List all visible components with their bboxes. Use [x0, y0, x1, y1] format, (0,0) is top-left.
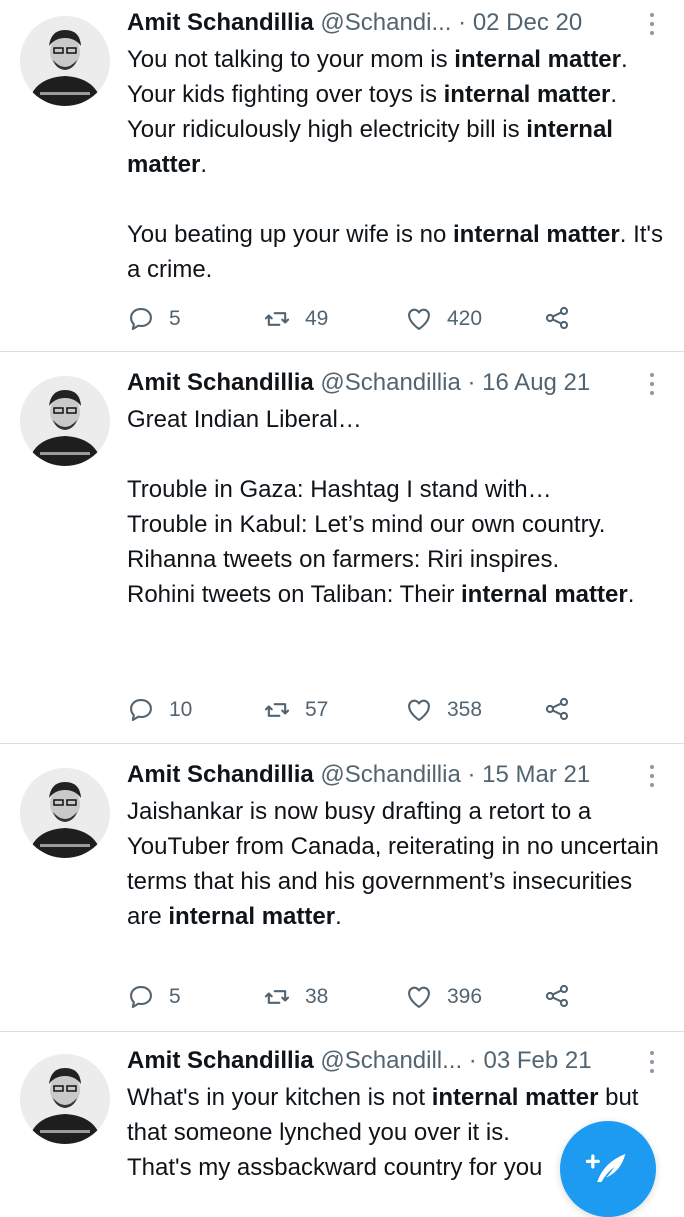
- share-icon[interactable]: [543, 304, 571, 332]
- tweet-header: Amit Schandillia @Schandillia · 15 Mar 2…: [127, 758, 637, 792]
- retweet-icon: [264, 703, 290, 717]
- avatar-image: [20, 1054, 110, 1144]
- tweet-text: Jaishankar is now busy drafting a retort…: [127, 794, 667, 934]
- avatar-image: [20, 768, 110, 858]
- reply-button[interactable]: 10: [127, 693, 192, 727]
- separator-dot: ·: [460, 369, 483, 396]
- tweet-header: Amit Schandillia @Schandillia · 16 Aug 2…: [127, 366, 637, 400]
- author-name[interactable]: Amit Schandillia: [127, 9, 314, 36]
- bold-text-segment: internal matter: [460, 581, 628, 608]
- separator-dot: ·: [462, 1047, 484, 1074]
- tweet-date[interactable]: 15 Mar 21: [482, 761, 590, 788]
- divider: [0, 743, 684, 744]
- tweet-actions: 5 49 420: [127, 302, 597, 336]
- bold-text-segment: internal matter: [443, 81, 611, 108]
- reply-button[interactable]: 5: [127, 980, 181, 1014]
- avatar[interactable]: [20, 376, 110, 466]
- like-count: 358: [447, 698, 483, 721]
- tweet-actions: 5 38 396: [127, 980, 597, 1014]
- tweet-header: Amit Schandillia @Schandill... · 03 Feb …: [127, 1044, 637, 1078]
- author-handle[interactable]: @Schandillia: [320, 761, 460, 788]
- reply-count: 5: [169, 307, 181, 330]
- avatar[interactable]: [20, 1054, 110, 1144]
- tweet[interactable]: Amit Schandillia @Schandi... · 02 Dec 20…: [0, 6, 684, 346]
- tweet[interactable]: Amit Schandillia @Schandillia · 15 Mar 2…: [0, 758, 684, 1018]
- tweet[interactable]: Amit Schandillia @Schandillia · 16 Aug 2…: [0, 366, 684, 736]
- text-segment: .: [335, 903, 342, 930]
- text-segment: What's in your kitchen is not: [127, 1084, 432, 1111]
- like-button[interactable]: 358: [405, 693, 482, 727]
- tweet-date[interactable]: 16 Aug 21: [482, 369, 590, 396]
- author-handle[interactable]: @Schandill...: [320, 1047, 462, 1074]
- retweet-button[interactable]: 57: [263, 693, 328, 727]
- bold-text-segment: internal matter: [454, 46, 621, 73]
- heart-icon: [408, 699, 430, 721]
- divider: [0, 1031, 684, 1032]
- retweet-button[interactable]: 38: [263, 980, 328, 1014]
- avatar-image: [20, 376, 110, 466]
- author-name[interactable]: Amit Schandillia: [127, 1047, 314, 1074]
- author-name[interactable]: Amit Schandillia: [127, 761, 314, 788]
- reply-button[interactable]: 5: [127, 302, 181, 336]
- bold-text-segment: internal matter: [453, 221, 620, 248]
- share-icon[interactable]: [543, 982, 571, 1010]
- retweet-icon: [264, 990, 290, 1004]
- author-handle[interactable]: @Schandillia: [320, 369, 460, 396]
- reply-icon: [130, 308, 152, 330]
- reply-icon: [130, 699, 152, 721]
- more-vertical-icon[interactable]: [644, 8, 660, 38]
- retweet-count: 38: [305, 985, 329, 1008]
- heart-icon: [408, 986, 430, 1008]
- reply-count: 5: [169, 985, 181, 1008]
- compose-tweet-button[interactable]: [560, 1121, 656, 1217]
- avatar[interactable]: [20, 16, 110, 106]
- separator-dot: ·: [451, 9, 473, 36]
- text-segment: .: [627, 581, 635, 608]
- tweet-date[interactable]: 02 Dec 20: [473, 9, 582, 36]
- avatar[interactable]: [20, 768, 110, 858]
- more-vertical-icon[interactable]: [644, 1046, 660, 1076]
- tweet-date[interactable]: 03 Feb 21: [483, 1047, 591, 1074]
- author-handle[interactable]: @Schandi...: [320, 9, 451, 36]
- like-count: 420: [447, 307, 483, 330]
- more-vertical-icon[interactable]: [644, 760, 660, 790]
- retweet-count: 49: [305, 307, 329, 330]
- reply-count: 10: [169, 698, 193, 721]
- more-vertical-icon[interactable]: [644, 368, 660, 398]
- avatar-image: [20, 16, 110, 106]
- text-segment: Great Indian Liberal… Trouble in Gaza: H…: [127, 406, 606, 608]
- separator-dot: ·: [460, 761, 483, 788]
- retweet-icon: [264, 312, 290, 326]
- tweet-text: You not talking to your mom is internal …: [127, 42, 667, 287]
- divider: [0, 351, 684, 352]
- tweet-text: Great Indian Liberal… Trouble in Gaza: H…: [127, 402, 667, 612]
- retweet-count: 57: [305, 698, 329, 721]
- compose-tweet-icon: [585, 1153, 626, 1182]
- like-button[interactable]: 396: [405, 980, 482, 1014]
- tweet-actions: 10 57 358: [127, 693, 597, 727]
- retweet-button[interactable]: 49: [263, 302, 328, 336]
- bold-text-segment: internal matter: [168, 903, 336, 930]
- bold-text-segment: internal matter: [431, 1084, 599, 1111]
- like-count: 396: [447, 985, 483, 1008]
- tweet-header: Amit Schandillia @Schandi... · 02 Dec 20: [127, 6, 637, 40]
- like-button[interactable]: 420: [405, 302, 482, 336]
- text-segment: You not talking to your mom is: [127, 46, 455, 73]
- share-icon[interactable]: [543, 695, 571, 723]
- reply-icon: [130, 986, 152, 1008]
- author-name[interactable]: Amit Schandillia: [127, 369, 314, 396]
- heart-icon: [408, 308, 430, 330]
